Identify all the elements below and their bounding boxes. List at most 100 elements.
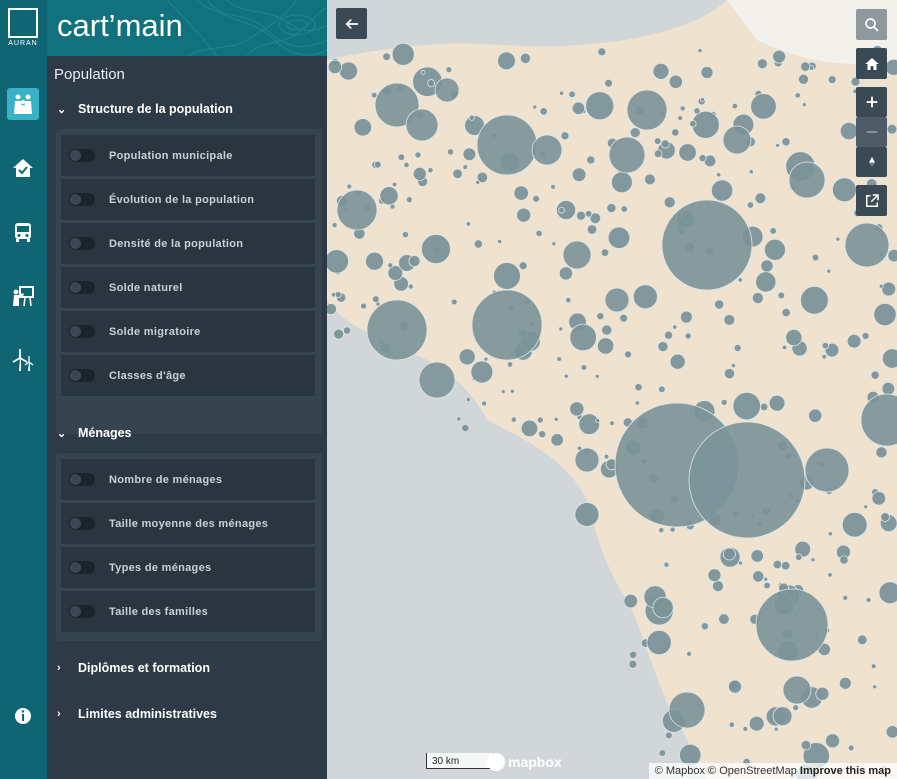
home-button[interactable] xyxy=(856,48,887,79)
bubble xyxy=(698,154,707,163)
toggle-switch[interactable] xyxy=(69,281,95,294)
energy-icon xyxy=(12,349,34,371)
bubble xyxy=(397,153,406,162)
toggle-switch[interactable] xyxy=(69,369,95,382)
rail-item-education[interactable] xyxy=(7,280,39,312)
bubble xyxy=(804,447,850,493)
bubble xyxy=(658,749,667,757)
bubble xyxy=(873,302,897,327)
bubble xyxy=(601,324,613,336)
bubble xyxy=(342,326,352,335)
bubble xyxy=(763,576,769,582)
bubble xyxy=(470,360,494,384)
bubble xyxy=(360,302,367,310)
rail-item-housing[interactable] xyxy=(7,152,39,184)
bubble xyxy=(797,73,809,85)
bubble xyxy=(865,597,872,603)
layer-label: Évolution de la population xyxy=(109,193,255,206)
layer-item-types-menages[interactable]: Types de ménages xyxy=(61,547,315,588)
section-menages[interactable]: ⌄ Ménages xyxy=(57,426,132,440)
bubble xyxy=(420,70,426,75)
toggle-switch[interactable] xyxy=(69,237,95,250)
bubble xyxy=(634,383,643,392)
bubble xyxy=(887,248,897,263)
bubble xyxy=(730,363,736,369)
mapbox-logo[interactable]: mapbox xyxy=(487,753,562,771)
bubble xyxy=(563,373,569,379)
bubble xyxy=(652,596,674,619)
section-structure-population[interactable]: ⌄ Structure de la population xyxy=(57,102,233,116)
bubble xyxy=(516,207,532,223)
section-limites-administratives[interactable]: › Limites administratives xyxy=(57,707,217,721)
bubble xyxy=(664,330,674,340)
bubble xyxy=(586,224,598,235)
bubble xyxy=(336,189,378,231)
improve-map-link[interactable]: Improve this map xyxy=(800,765,891,777)
toggle-switch[interactable] xyxy=(69,193,95,206)
bubble xyxy=(668,691,706,729)
layer-item-solde-naturel[interactable]: Solde naturel xyxy=(61,267,315,308)
bubble xyxy=(338,61,358,81)
bubble xyxy=(626,89,668,131)
bubble xyxy=(333,328,345,340)
chevron-right-icon: › xyxy=(57,708,61,720)
bubble xyxy=(707,568,722,583)
layer-item-evolution-population[interactable]: Évolution de la population xyxy=(61,179,315,220)
bubble xyxy=(863,504,869,510)
toggle-switch[interactable] xyxy=(69,473,95,486)
map-canvas[interactable] xyxy=(327,0,897,779)
bubble xyxy=(510,416,517,423)
bubble xyxy=(628,659,638,669)
chevron-down-icon: ⌄ xyxy=(57,103,67,116)
bubble xyxy=(827,531,833,537)
bubble xyxy=(334,291,342,298)
bubble xyxy=(835,236,841,242)
layer-item-densite-population[interactable]: Densité de la population xyxy=(61,223,315,264)
zoom-in-button[interactable] xyxy=(856,87,887,117)
toggle-switch[interactable] xyxy=(69,561,95,574)
layer-item-classes-age[interactable]: Classes d'âge xyxy=(61,355,315,396)
bubble xyxy=(519,52,531,64)
rail-item-energy[interactable] xyxy=(7,344,39,376)
layer-item-nombre-menages[interactable]: Nombre de ménages xyxy=(61,459,315,500)
bubble xyxy=(679,105,686,112)
toggle-switch[interactable] xyxy=(69,605,95,618)
layer-item-taille-moyenne-menages[interactable]: Taille moyenne des ménages xyxy=(61,503,315,544)
bubble xyxy=(408,255,421,268)
layer-item-taille-familles[interactable]: Taille des familles xyxy=(61,591,315,632)
bubble xyxy=(841,511,868,538)
bubble xyxy=(722,547,736,561)
chevron-right-icon: › xyxy=(57,662,61,674)
layer-item-population-municipale[interactable]: Population municipale xyxy=(61,135,315,176)
bubble xyxy=(810,557,816,563)
bubble xyxy=(792,704,799,711)
compass-button[interactable] xyxy=(856,147,887,177)
bubble xyxy=(576,210,586,221)
rail-item-transport[interactable] xyxy=(7,216,39,248)
bubble xyxy=(756,58,768,70)
bubble xyxy=(532,104,538,110)
info-button[interactable] xyxy=(7,700,39,732)
collapse-panel-button[interactable] xyxy=(336,8,367,39)
bubble xyxy=(821,342,829,350)
bubble xyxy=(871,491,886,506)
zoom-out-button[interactable] xyxy=(856,117,887,147)
bubble xyxy=(769,227,777,235)
bubble xyxy=(801,102,807,107)
section-diplomes-formation[interactable]: › Diplômes et formation xyxy=(57,661,210,675)
rail-item-population[interactable] xyxy=(7,88,39,120)
open-external-button[interactable] xyxy=(856,185,887,216)
bubble xyxy=(500,389,506,395)
toggle-switch[interactable] xyxy=(69,517,95,530)
toggle-switch[interactable] xyxy=(69,149,95,162)
bubble xyxy=(462,147,477,162)
layer-item-solde-migratoire[interactable]: Solde migratoire xyxy=(61,311,315,352)
bubble xyxy=(872,684,878,690)
bubble xyxy=(672,324,678,330)
bubble xyxy=(644,173,656,186)
attribution-text[interactable]: © Mapbox © OpenStreetMap xyxy=(655,765,797,777)
toggle-switch[interactable] xyxy=(69,325,95,338)
search-button[interactable] xyxy=(856,9,887,40)
auran-logo[interactable]: AURAN xyxy=(5,8,41,52)
bubble xyxy=(658,385,666,394)
